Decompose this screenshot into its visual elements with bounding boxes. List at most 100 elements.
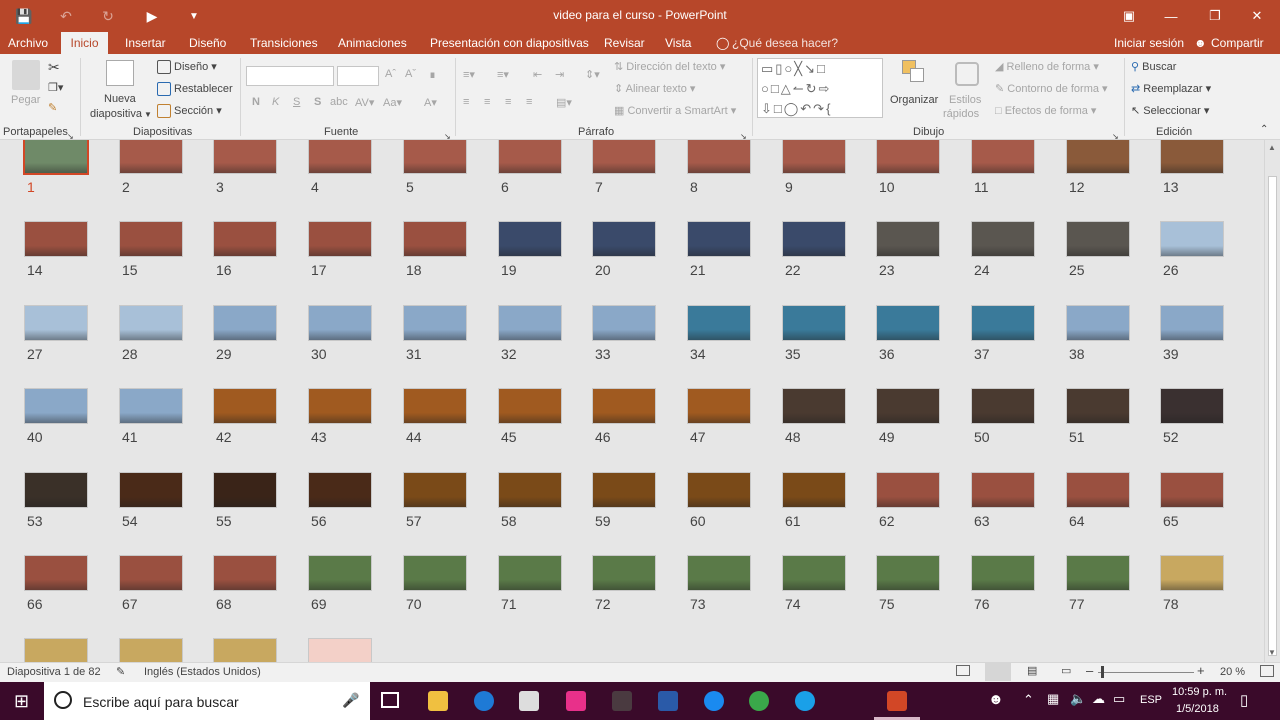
- zoom-slider[interactable]: [1098, 672, 1194, 673]
- slide-thumbnail[interactable]: [308, 140, 372, 174]
- network-icon[interactable]: ▦: [1047, 691, 1059, 707]
- slide-thumbnail[interactable]: [119, 638, 183, 662]
- slide-thumbnail[interactable]: [1066, 388, 1130, 424]
- slide-thumbnail[interactable]: [308, 555, 372, 591]
- slide-thumbnail[interactable]: [592, 140, 656, 174]
- new-slide-button[interactable]: diapositiva: [90, 108, 142, 120]
- slide-thumbnail[interactable]: [308, 305, 372, 341]
- slide-thumbnail[interactable]: [592, 388, 656, 424]
- onedrive-icon[interactable]: ☁: [1092, 691, 1105, 707]
- grow-font-icon[interactable]: Aˆ: [385, 68, 396, 80]
- slide-thumbnail[interactable]: [498, 305, 562, 341]
- spell-check-icon[interactable]: ✎: [116, 665, 125, 678]
- normal-view-icon[interactable]: [956, 665, 970, 676]
- clear-format-icon[interactable]: ∎: [429, 68, 436, 81]
- facebook-icon[interactable]: [658, 691, 678, 711]
- new-slide-label[interactable]: Nueva: [104, 93, 136, 105]
- slide-thumbnail[interactable]: [403, 140, 467, 174]
- slide-thumbnail[interactable]: [782, 140, 846, 174]
- slide-thumbnail[interactable]: [213, 555, 277, 591]
- shapes-gallery[interactable]: ▭▯○╳↘□ ○□△↼↻⇨ ⇩□◯↶↷{: [757, 58, 883, 118]
- font-name-input[interactable]: [246, 66, 334, 86]
- slide-thumbnail[interactable]: [1160, 388, 1224, 424]
- slide-thumbnail[interactable]: [687, 472, 751, 508]
- slide-thumbnail[interactable]: [1066, 221, 1130, 257]
- shape-fill-button[interactable]: ◢ Relleno de forma ▾: [995, 60, 1099, 73]
- slide-thumbnail[interactable]: [1066, 472, 1130, 508]
- arrange-button[interactable]: Organizar: [890, 94, 938, 106]
- slide-thumbnail[interactable]: [971, 472, 1035, 508]
- shape-effects-button[interactable]: □ Efectos de forma ▾: [995, 104, 1096, 117]
- slide-thumbnail[interactable]: [782, 305, 846, 341]
- slide-thumbnail[interactable]: [498, 388, 562, 424]
- file-explorer-icon[interactable]: [428, 691, 448, 711]
- change-case-icon[interactable]: Aa▾: [383, 96, 402, 109]
- cut-icon[interactable]: ✂: [48, 59, 60, 76]
- slide-thumbnail[interactable]: [687, 221, 751, 257]
- task-view-icon[interactable]: [381, 692, 399, 708]
- slide-thumbnail[interactable]: [1066, 140, 1130, 174]
- tab-inicio[interactable]: Inicio: [61, 32, 108, 54]
- slide-thumbnail[interactable]: [213, 140, 277, 174]
- slide-thumbnail[interactable]: [24, 221, 88, 257]
- bullets-icon[interactable]: ≡▾: [463, 68, 475, 81]
- scroll-up-icon[interactable]: ▲: [1268, 143, 1276, 152]
- slide-thumbnail[interactable]: [971, 305, 1035, 341]
- slide-thumbnail[interactable]: [1160, 305, 1224, 341]
- italic-button[interactable]: K: [272, 96, 279, 108]
- close-icon[interactable]: ✕: [1246, 6, 1268, 26]
- slide-thumbnail[interactable]: [971, 555, 1035, 591]
- align-left-icon[interactable]: ≡: [463, 96, 469, 108]
- shadow-button[interactable]: S: [314, 96, 321, 108]
- shape-outline-button[interactable]: ✎ Contorno de forma ▾: [995, 82, 1108, 95]
- increase-indent-icon[interactable]: ⇥: [555, 68, 564, 81]
- paste-button[interactable]: Pegar: [11, 94, 40, 106]
- slide-thumbnail[interactable]: [119, 140, 183, 174]
- messenger-icon[interactable]: [704, 691, 724, 711]
- slide-thumbnail[interactable]: [498, 555, 562, 591]
- powerpoint-icon[interactable]: [887, 691, 907, 711]
- ribbon-display-icon[interactable]: ▣: [1118, 6, 1140, 26]
- slide-thumbnail[interactable]: [782, 221, 846, 257]
- replace-button[interactable]: ⇄ Reemplazar ▾: [1131, 82, 1211, 95]
- find-button[interactable]: ⚲ Buscar: [1131, 60, 1176, 73]
- zoom-out-icon[interactable]: –: [1086, 663, 1093, 678]
- slide-thumbnail[interactable]: [119, 388, 183, 424]
- chevron-down-icon[interactable]: ▼: [144, 110, 152, 119]
- slide-thumbnail[interactable]: [1066, 305, 1130, 341]
- collapse-ribbon-icon[interactable]: ⌃: [1260, 124, 1268, 135]
- slide-thumbnail[interactable]: [403, 472, 467, 508]
- slide-thumbnail[interactable]: [308, 638, 372, 662]
- volume-icon[interactable]: 🔈: [1070, 691, 1086, 707]
- slide-thumbnail[interactable]: [23, 140, 89, 175]
- instagram-icon[interactable]: [566, 691, 586, 711]
- slide-thumbnail[interactable]: [119, 221, 183, 257]
- line-spacing-icon[interactable]: ⇕▾: [585, 68, 600, 81]
- text-direction-button[interactable]: ⇅ Dirección del texto ▾: [614, 60, 725, 73]
- slide-thumbnail[interactable]: [403, 555, 467, 591]
- slide-thumbnail[interactable]: [24, 388, 88, 424]
- columns-icon[interactable]: ▤▾: [556, 96, 572, 109]
- action-center-icon[interactable]: ▯: [1240, 691, 1248, 709]
- strikethrough-icon[interactable]: abc: [330, 96, 348, 108]
- slide-thumbnail[interactable]: [1160, 140, 1224, 174]
- slide-thumbnail[interactable]: [308, 388, 372, 424]
- zoom-level[interactable]: 20 %: [1220, 666, 1245, 678]
- tab-archivo[interactable]: Archivo: [8, 36, 48, 50]
- slide-thumbnail[interactable]: [119, 305, 183, 341]
- slide-thumbnail[interactable]: [498, 221, 562, 257]
- layout-button[interactable]: Diseño ▾: [157, 60, 217, 75]
- char-spacing-icon[interactable]: AV▾: [355, 96, 374, 109]
- maximize-icon[interactable]: ❐: [1204, 6, 1226, 26]
- windows-start-icon[interactable]: ⊞: [14, 691, 29, 712]
- smartart-button[interactable]: ▦ Convertir a SmartArt ▾: [614, 104, 736, 117]
- slide-thumbnail[interactable]: [876, 472, 940, 508]
- slide-thumbnail[interactable]: [592, 305, 656, 341]
- scrollbar-thumb[interactable]: [1268, 176, 1277, 656]
- slide-thumbnail[interactable]: [24, 472, 88, 508]
- slide-thumbnail[interactable]: [24, 305, 88, 341]
- slide-thumbnail[interactable]: [213, 638, 277, 662]
- bold-button[interactable]: N: [252, 96, 260, 108]
- search-box[interactable]: Escribe aquí para buscar 🎤: [44, 682, 370, 720]
- scroll-down-icon[interactable]: ▼: [1268, 648, 1276, 657]
